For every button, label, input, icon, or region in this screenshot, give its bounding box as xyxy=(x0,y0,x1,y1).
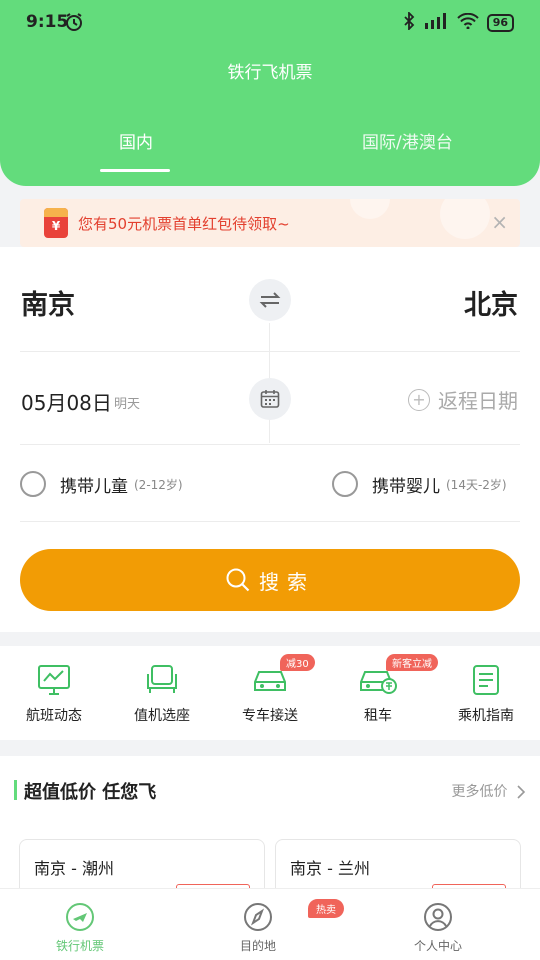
close-icon[interactable]: × xyxy=(491,210,508,234)
search-button-label: 搜索 xyxy=(259,569,315,594)
banner-decoration xyxy=(440,199,490,239)
departure-city[interactable]: 南京 xyxy=(21,283,75,322)
child-label: 携带儿童 xyxy=(60,476,128,497)
calendar-button[interactable] xyxy=(249,378,291,420)
plane-icon xyxy=(20,901,140,933)
red-packet-icon: ¥ xyxy=(44,208,68,238)
section-title: 超值低价 任您飞 xyxy=(24,782,157,803)
child-radio[interactable] xyxy=(20,471,46,497)
deal-route: 南京 - 潮州 xyxy=(34,859,114,878)
hot-sale-badge: 热卖 xyxy=(308,899,344,918)
service-car-rental[interactable]: 新客立减 租车 xyxy=(328,654,438,725)
alarm-icon xyxy=(64,12,84,36)
app-header: 9:15 96 铁行飞机票 国内 国际/港澳台 xyxy=(0,0,540,186)
service-checkin-seat[interactable]: 值机选座 xyxy=(112,658,212,725)
services-row: 航班动态 值机选座 减30 专车接送 新客立减 租车 乘机指南 xyxy=(0,646,540,740)
status-time: 9:15 xyxy=(26,12,69,32)
departure-date-hint: 明天 xyxy=(114,397,141,412)
service-label: 专车接送 xyxy=(242,708,298,724)
search-button[interactable]: 搜索 xyxy=(20,549,520,611)
add-icon: + xyxy=(408,388,430,411)
child-age-hint: (2-12岁) xyxy=(134,477,183,492)
return-date-label: 返程日期 xyxy=(438,389,518,413)
calendar-icon xyxy=(260,390,280,408)
status-icons: 96 xyxy=(403,10,514,34)
new-customer-badge: 新客立减 xyxy=(386,654,438,671)
service-flight-status[interactable]: 航班动态 xyxy=(4,658,104,725)
flight-status-icon xyxy=(4,658,104,702)
banner-decoration xyxy=(350,199,390,219)
tab-profile[interactable]: 个人中心 xyxy=(378,901,498,954)
service-label: 租车 xyxy=(364,708,392,724)
wifi-icon xyxy=(456,12,479,33)
more-deals-link[interactable]: 更多低价 xyxy=(452,781,526,801)
departure-date[interactable]: 05月08日 xyxy=(21,387,112,416)
active-tab-indicator xyxy=(100,169,170,172)
service-guide[interactable]: 乘机指南 xyxy=(436,658,536,725)
compass-icon xyxy=(198,901,318,933)
section-accent xyxy=(14,780,17,800)
infant-radio[interactable] xyxy=(332,471,358,497)
page-title: 铁行飞机票 xyxy=(227,63,313,83)
divider xyxy=(20,444,520,445)
discount-badge: 减30 xyxy=(280,654,315,671)
infant-label: 携带婴儿 xyxy=(372,476,440,497)
arrival-city[interactable]: 北京 xyxy=(464,283,518,322)
bluetooth-icon xyxy=(403,10,415,34)
flight-search-card: 南京 北京 05月08日 明天 + 返程日期 携带儿童 (2-12岁) 携带婴儿… xyxy=(0,247,540,632)
search-icon xyxy=(226,568,250,592)
tab-flight-tickets[interactable]: 铁行机票 xyxy=(20,901,140,954)
service-car-transfer[interactable]: 减30 专车接送 xyxy=(220,654,320,725)
user-icon xyxy=(378,901,498,933)
tab-destination[interactable]: 目的地 xyxy=(198,901,318,954)
checkin-seat-icon xyxy=(112,658,212,702)
infant-age-hint: (14天-2岁) xyxy=(446,477,507,492)
chevron-right-icon xyxy=(517,785,526,799)
divider xyxy=(20,351,520,352)
bottom-tab-bar: 铁行机票 目的地 热卖 个人中心 xyxy=(0,888,540,960)
infant-option[interactable]: 携带婴儿 (14天-2岁) xyxy=(332,471,507,497)
child-option[interactable]: 携带儿童 (2-12岁) xyxy=(20,471,183,497)
service-label: 值机选座 xyxy=(134,708,190,724)
service-label: 乘机指南 xyxy=(458,708,514,724)
tab-international[interactable]: 国际/港澳台 xyxy=(362,128,453,153)
tab-label: 个人中心 xyxy=(413,939,462,953)
tab-label: 目的地 xyxy=(239,939,276,953)
guide-icon xyxy=(436,658,536,702)
red-packet-banner[interactable]: ¥ 您有50元机票首单红包待领取~ × xyxy=(20,199,520,247)
tab-domestic[interactable]: 国内 xyxy=(119,128,153,153)
status-bar: 9:15 96 xyxy=(0,0,540,46)
return-date-button[interactable]: + 返程日期 xyxy=(408,385,518,414)
signal-icon xyxy=(423,13,449,33)
tab-label: 铁行机票 xyxy=(55,939,104,953)
swap-cities-button[interactable] xyxy=(249,279,291,321)
deal-route: 南京 - 兰州 xyxy=(290,859,370,878)
swap-icon xyxy=(259,292,281,308)
banner-text: 您有50元机票首单红包待领取~ xyxy=(78,215,290,233)
battery-icon: 96 xyxy=(486,14,514,32)
divider xyxy=(20,521,520,522)
service-label: 航班动态 xyxy=(26,708,82,724)
